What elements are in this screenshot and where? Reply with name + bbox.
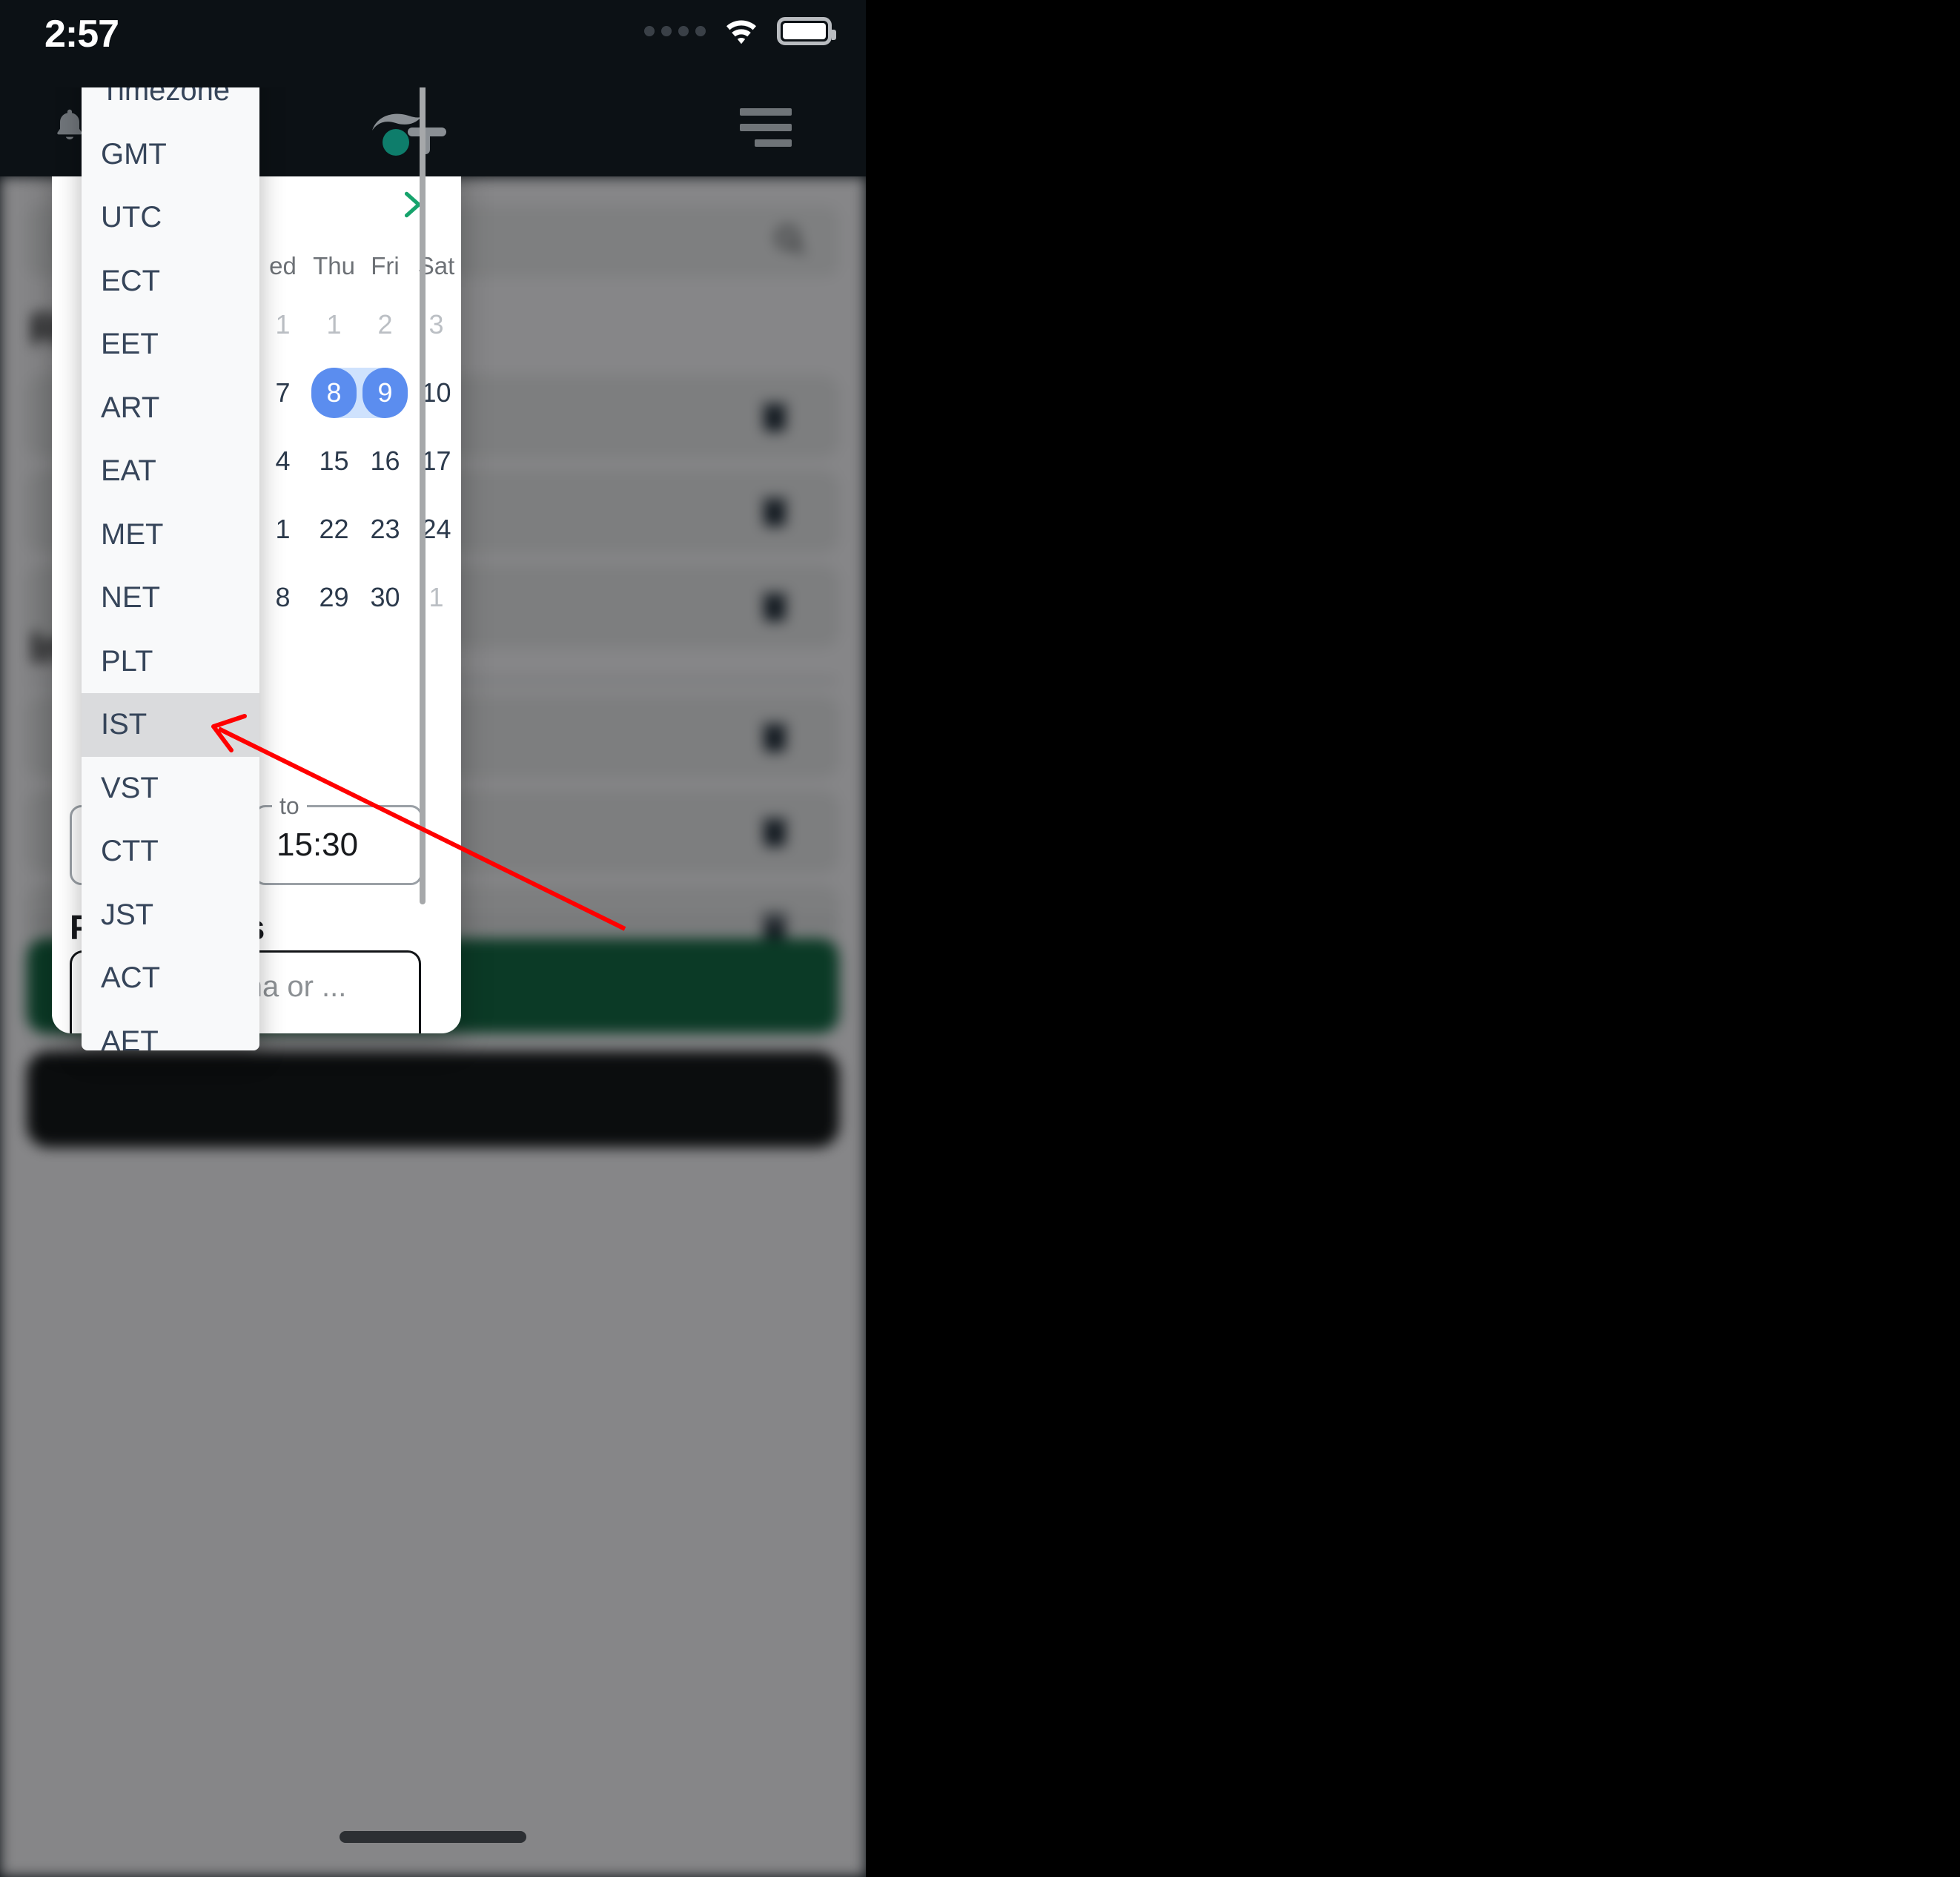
calendar-dow: Fri (371, 252, 400, 279)
calendar-day-selected-end[interactable]: 9 (360, 359, 411, 427)
timezone-option-vst[interactable]: VST (82, 757, 259, 821)
calendar-day[interactable]: 24 (411, 495, 461, 563)
calendar-day[interactable]: 1 (257, 291, 308, 359)
calendar-day[interactable]: 1 (308, 291, 360, 359)
trash-icon[interactable] (756, 489, 793, 534)
secondary-action-button[interactable] (27, 1051, 839, 1148)
calendar-day[interactable]: 8 (257, 563, 308, 632)
calendar-day[interactable]: 1 (411, 563, 461, 632)
signal-dots-icon (644, 26, 706, 36)
trash-icon[interactable] (756, 394, 793, 439)
status-bar-time: 2:57 (44, 13, 119, 56)
timezone-option-art[interactable]: ART (82, 377, 259, 440)
battery-icon (777, 17, 836, 45)
calendar-day[interactable]: 23 (360, 495, 411, 563)
home-indicator (340, 1831, 526, 1843)
time-to-field[interactable]: to 15:30 (254, 792, 423, 885)
scrollbar-thumb[interactable] (420, 74, 426, 904)
calendar-day[interactable]: 16 (360, 427, 411, 495)
status-bar: 2:57 (0, 0, 866, 87)
calendar-day[interactable]: 2 (360, 291, 411, 359)
wifi-icon (726, 20, 756, 44)
trash-icon[interactable] (756, 584, 793, 629)
calendar-dow: Thu (313, 252, 355, 279)
time-to-value: 15:30 (277, 827, 359, 863)
timezone-option-aet[interactable]: AET (82, 1010, 259, 1050)
timezone-option-eet[interactable]: EET (82, 313, 259, 377)
calendar-day[interactable]: 15 (308, 427, 360, 495)
timezone-option-ist[interactable]: IST (82, 693, 259, 757)
trash-icon[interactable] (756, 715, 793, 759)
calendar-dow: Sat (417, 252, 455, 279)
calendar-day[interactable]: 4 (257, 427, 308, 495)
calendar-day[interactable]: 3 (411, 291, 461, 359)
search-icon (776, 226, 804, 254)
timezone-dropdown[interactable]: Timezone GMT UTC ECT EET ART EAT MET NET… (82, 59, 259, 1050)
calendar-day[interactable]: 22 (308, 495, 360, 563)
timezone-option-utc[interactable]: UTC (82, 186, 259, 250)
calendar-day[interactable]: 10 (411, 359, 461, 427)
calendar-day[interactable]: 1 (257, 495, 308, 563)
status-bar-icons (644, 16, 836, 46)
trash-icon[interactable] (756, 810, 793, 854)
calendar-dow: ed (269, 252, 297, 279)
screenshot-root: S Re (0, 0, 1960, 1877)
timezone-option-met[interactable]: MET (82, 503, 259, 567)
phone-viewport: S Re (0, 0, 866, 1877)
trash-icon[interactable] (756, 904, 793, 949)
calendar-day[interactable]: 7 (257, 359, 308, 427)
calendar-day[interactable]: 30 (360, 563, 411, 632)
timezone-option-act[interactable]: ACT (82, 947, 259, 1010)
timezone-option-ect[interactable]: ECT (82, 250, 259, 314)
timezone-option-eat[interactable]: EAT (82, 440, 259, 503)
timezone-option-plt[interactable]: PLT (82, 630, 259, 694)
timezone-option-gmt[interactable]: GMT (82, 123, 259, 187)
hamburger-menu-icon[interactable] (740, 108, 792, 147)
timezone-option-net[interactable]: NET (82, 566, 259, 630)
calendar-day[interactable]: 17 (411, 427, 461, 495)
timezone-option-ctt[interactable]: CTT (82, 820, 259, 884)
timezone-option-jst[interactable]: JST (82, 884, 259, 947)
calendar-day-selected-start[interactable]: 8 (308, 359, 360, 427)
time-to-label: to (272, 792, 307, 820)
calendar-day[interactable]: 29 (308, 563, 360, 632)
